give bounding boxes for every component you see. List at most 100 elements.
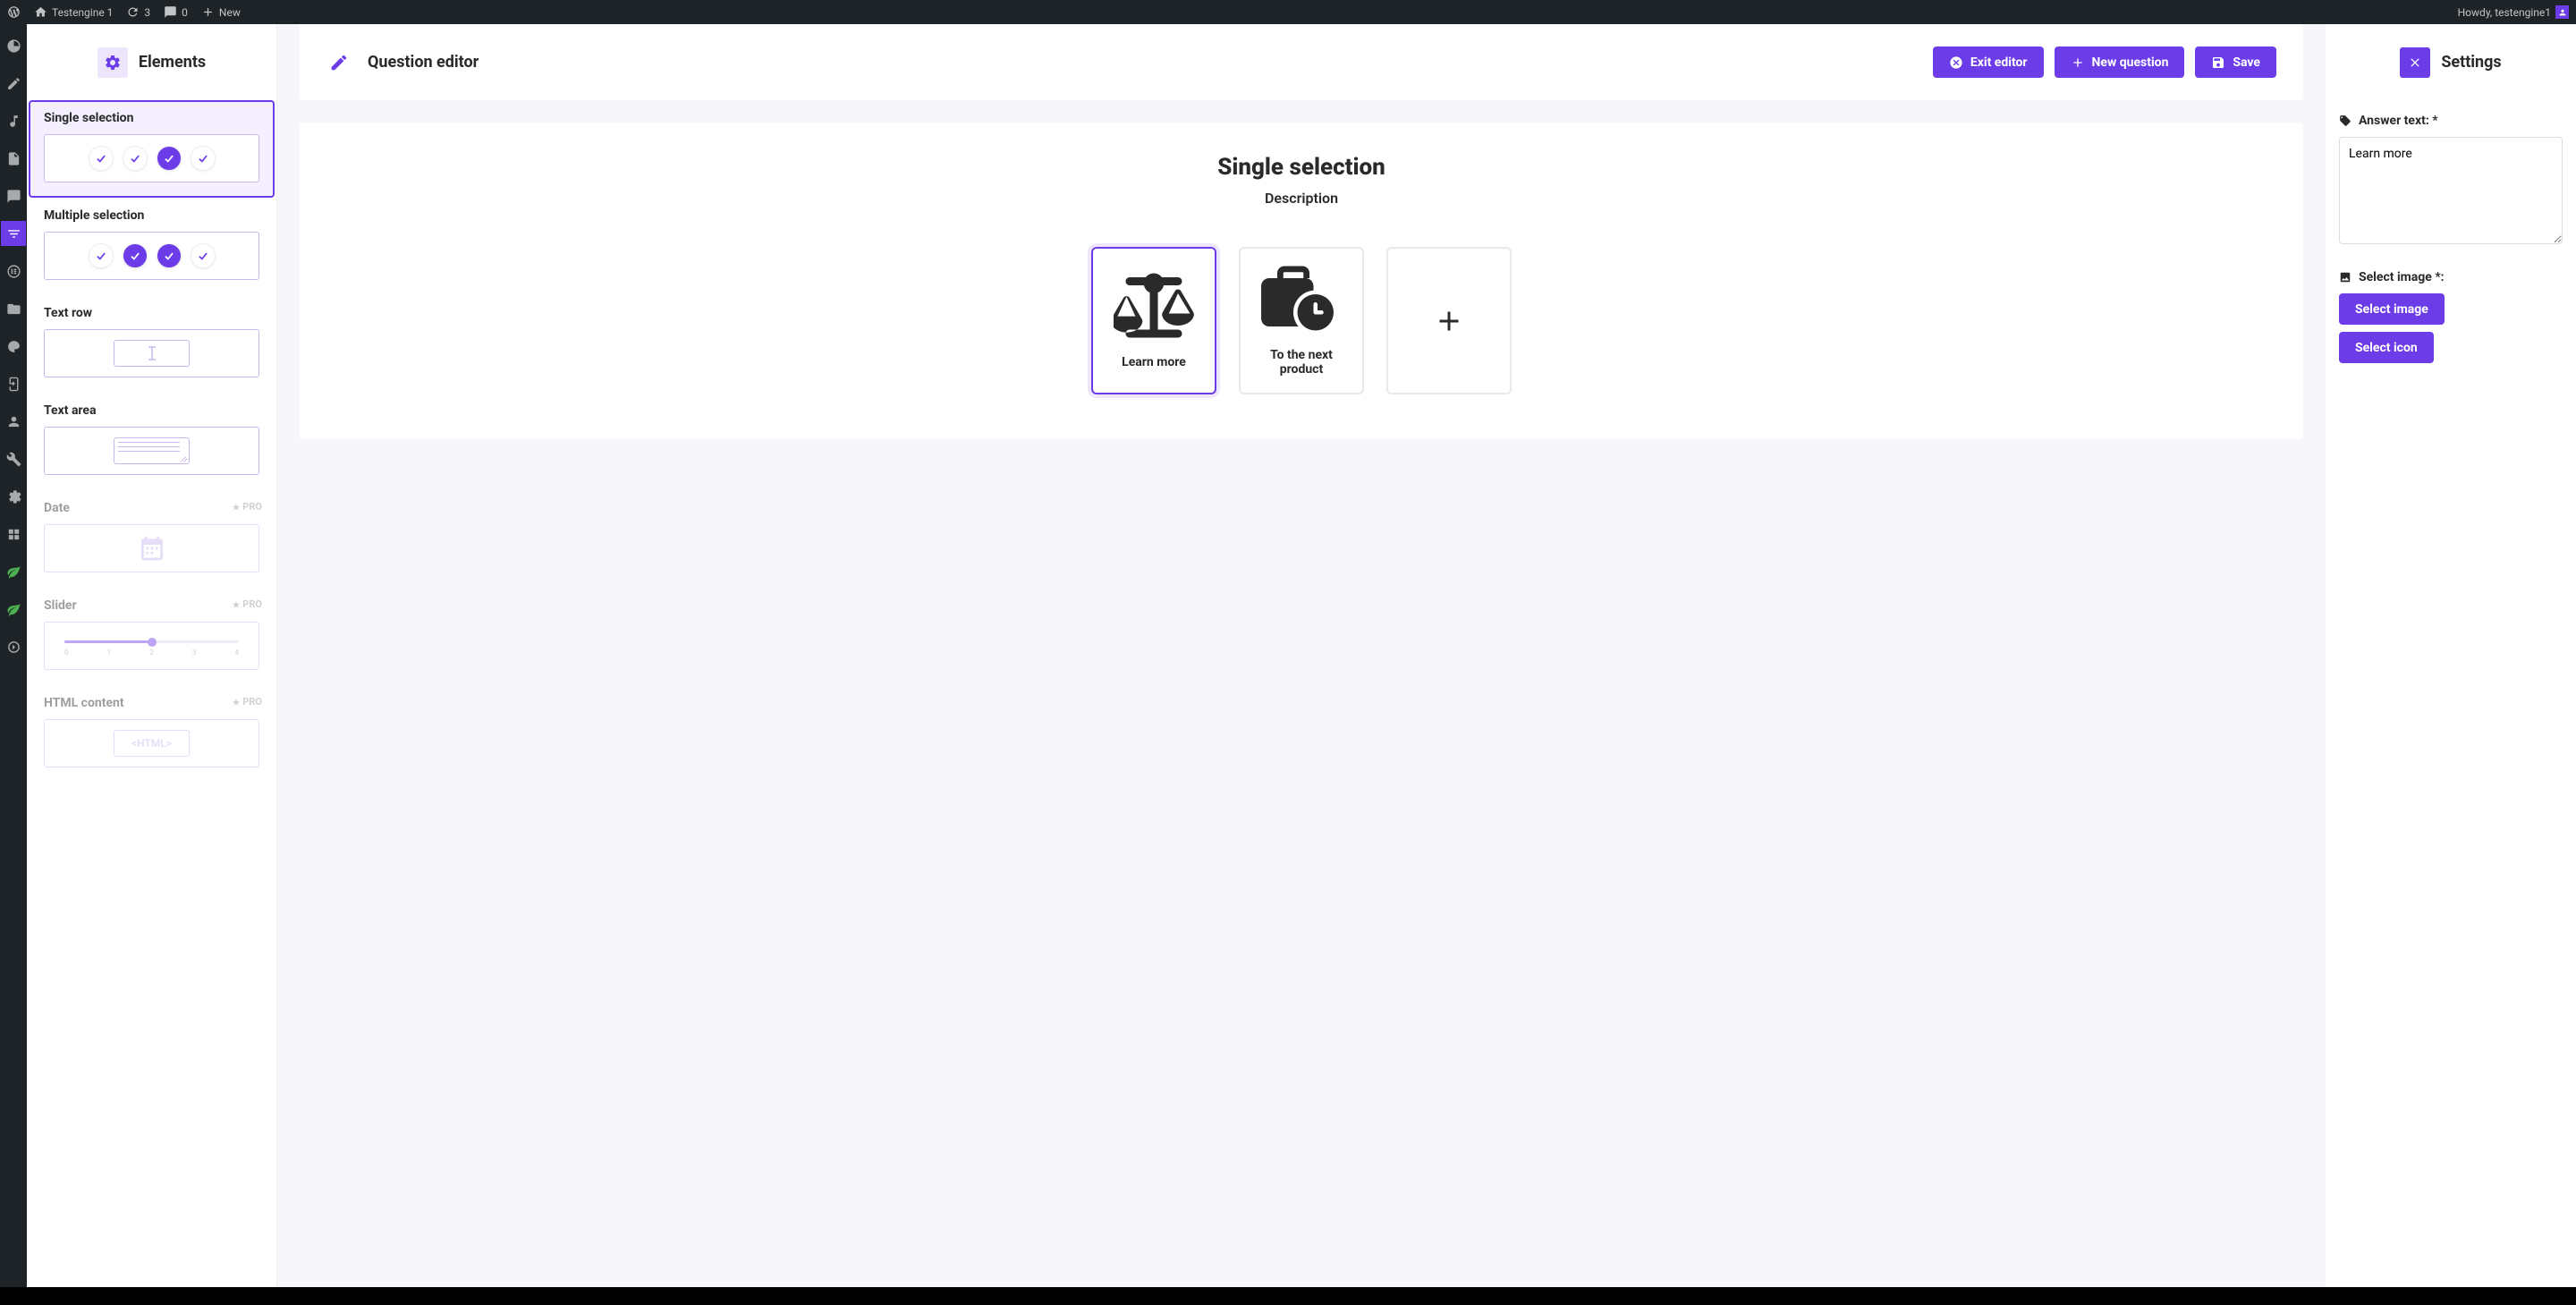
exit-editor-button[interactable]: Exit editor [1933, 47, 2044, 78]
answer-text-label: Answer text: * [2339, 114, 2563, 128]
answer-text-input[interactable] [2339, 137, 2563, 244]
menu-collapse[interactable] [1, 634, 26, 659]
site-name-link[interactable]: Testengine 1 [34, 5, 113, 19]
plus-icon [1433, 305, 1465, 337]
gear-icon [97, 47, 128, 78]
check-icon [191, 146, 216, 171]
element-title: HTML content [44, 696, 259, 710]
bottom-bar [0, 1287, 2576, 1305]
close-icon[interactable] [2400, 47, 2430, 78]
comment-icon [164, 5, 177, 19]
menu-dashboard[interactable] [1, 33, 26, 58]
select-icon-button[interactable]: Select icon [2339, 332, 2434, 363]
elements-panel: Elements Single selection Multiple selec… [27, 24, 277, 1287]
howdy-user[interactable]: Howdy, testengine1 [2458, 5, 2569, 19]
menu-templates[interactable] [1, 296, 26, 321]
answer-card-learn-more[interactable]: Learn more [1091, 247, 1216, 394]
menu-elementor[interactable] [1, 258, 26, 284]
updates-count: 3 [144, 6, 150, 19]
add-answer-button[interactable] [1386, 247, 1512, 394]
menu-appearance[interactable] [1, 334, 26, 359]
close-circle-icon [1949, 55, 1963, 70]
edit-icon [326, 50, 352, 75]
answer-label: Learn more [1114, 355, 1193, 369]
check-icon [191, 243, 216, 268]
menu-custom-1[interactable] [1, 521, 26, 547]
element-date[interactable]: PRO Date [29, 490, 275, 588]
menu-settings[interactable] [1, 484, 26, 509]
menu-plugin-active[interactable] [1, 221, 26, 246]
tag-icon [2339, 114, 2351, 127]
element-title: Date [44, 501, 259, 515]
site-name-text: Testengine 1 [52, 6, 113, 19]
settings-header: Settings [2326, 24, 2576, 100]
updates-link[interactable]: 3 [126, 5, 150, 19]
settings-title: Settings [2441, 53, 2501, 72]
elements-header: Elements [27, 24, 276, 100]
menu-plugins[interactable] [1, 371, 26, 396]
check-icon [157, 243, 182, 268]
settings-panel: Settings Answer text: * Select image *: … [2326, 24, 2576, 1287]
refresh-icon [126, 5, 140, 19]
menu-posts[interactable] [1, 71, 26, 96]
menu-pages[interactable] [1, 146, 26, 171]
pro-badge: PRO [232, 501, 262, 513]
wp-admin-menu [0, 24, 27, 1287]
element-title: Multiple selection [44, 208, 259, 223]
element-text-row[interactable]: Text row [29, 295, 275, 393]
cursor-icon [147, 345, 157, 361]
menu-jetpack-1[interactable] [1, 559, 26, 584]
wp-admin-bar: Testengine 1 3 0 New Howdy, testengine1 [0, 0, 2576, 24]
home-icon [34, 5, 47, 19]
textarea-preview [114, 437, 190, 464]
elements-title: Elements [139, 53, 206, 72]
editor-area: Question editor Exit editor New question… [277, 24, 2326, 1287]
question-title[interactable]: Single selection [335, 154, 2267, 181]
check-icon [89, 146, 114, 171]
pro-badge: PRO [232, 696, 262, 708]
menu-comments[interactable] [1, 183, 26, 208]
scale-icon [1114, 272, 1194, 339]
question-description[interactable]: Description [335, 190, 2267, 207]
new-content-link[interactable]: New [201, 5, 241, 19]
select-image-label: Select image *: [2339, 270, 2563, 284]
plus-icon [2071, 55, 2085, 70]
element-title: Text row [44, 306, 259, 320]
pro-badge: PRO [232, 598, 262, 610]
answer-label: To the next product [1241, 348, 1362, 377]
menu-media[interactable] [1, 108, 26, 133]
save-icon [2211, 55, 2225, 70]
save-button[interactable]: Save [2195, 47, 2276, 78]
element-text-area[interactable]: Text area [29, 393, 275, 490]
calendar-icon [138, 534, 166, 563]
answer-card-next-product[interactable]: To the next product [1239, 247, 1364, 394]
slider-preview: 0 1 2 3 4 [55, 635, 248, 657]
new-question-button[interactable]: New question [2055, 47, 2185, 78]
check-icon [123, 243, 148, 268]
element-title: Text area [44, 403, 259, 418]
editor-title: Question editor [368, 53, 479, 72]
element-multiple-selection[interactable]: Multiple selection [29, 198, 275, 295]
menu-tools[interactable] [1, 446, 26, 471]
element-slider[interactable]: PRO Slider 0 1 2 3 4 [29, 588, 275, 685]
wp-logo[interactable] [7, 5, 21, 19]
user-avatar [2555, 5, 2569, 19]
howdy-text: Howdy, testengine1 [2458, 6, 2551, 19]
briefcase-clock-icon [1261, 265, 1342, 332]
element-title: Slider [44, 598, 259, 613]
check-icon [157, 146, 182, 171]
select-image-button[interactable]: Select image [2339, 293, 2445, 325]
menu-users[interactable] [1, 409, 26, 434]
image-icon [2339, 271, 2351, 284]
editor-canvas: Single selection Description Learn more … [300, 123, 2303, 439]
menu-jetpack-2[interactable] [1, 597, 26, 622]
html-preview: <HTML> [114, 730, 190, 757]
plus-icon [201, 5, 215, 19]
text-input-preview [114, 340, 190, 367]
comments-link[interactable]: 0 [164, 5, 188, 19]
check-icon [123, 146, 148, 171]
editor-header: Question editor Exit editor New question… [300, 24, 2303, 100]
check-icon [89, 243, 114, 268]
element-html-content[interactable]: PRO HTML content <HTML> [29, 685, 275, 783]
element-single-selection[interactable]: Single selection [29, 100, 275, 198]
